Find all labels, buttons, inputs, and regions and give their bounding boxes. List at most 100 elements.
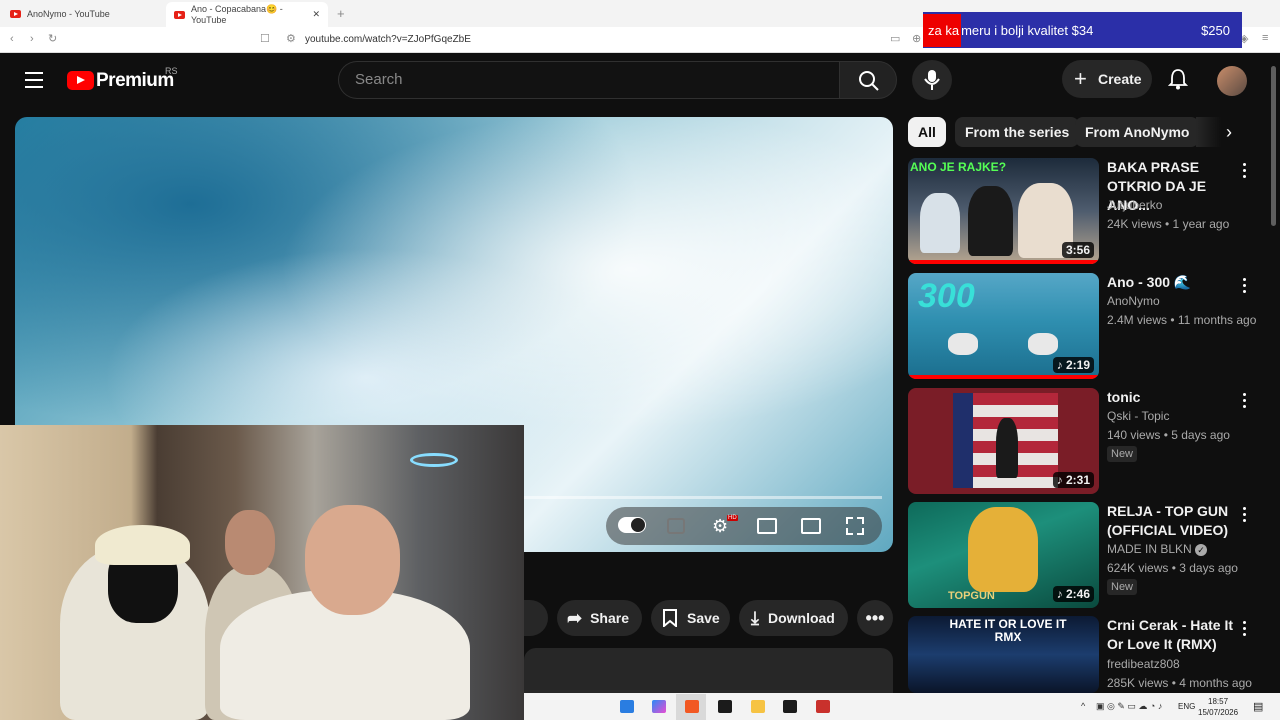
rec-thumbnail-3[interactable]: ♪ 2:31 xyxy=(908,388,1099,494)
hd-badge: HD xyxy=(727,515,738,521)
brave-browser-icon[interactable] xyxy=(685,700,699,713)
search-icon xyxy=(859,71,879,91)
microphone-icon xyxy=(924,70,940,90)
captions-icon[interactable] xyxy=(667,518,685,534)
capcut-icon-2[interactable] xyxy=(783,700,797,713)
new-tab-icon[interactable]: + xyxy=(337,6,345,21)
url-field[interactable]: youtube.com/watch?v=ZJoPfGqeZbE xyxy=(305,34,471,45)
rec-title-5[interactable]: Crni Cerak - Hate It Or Love It (RMX) xyxy=(1107,616,1237,654)
cast-icon[interactable]: ▭ xyxy=(890,32,900,45)
back-icon[interactable]: ‹ xyxy=(10,33,14,45)
flag-canton xyxy=(953,393,973,488)
create-button[interactable]: + Create xyxy=(1062,60,1152,98)
share-icon: ➦ xyxy=(567,607,583,628)
forward-icon[interactable]: › xyxy=(30,33,34,45)
voice-search-button[interactable] xyxy=(912,60,952,100)
duration-text: 2:46 xyxy=(1065,587,1090,601)
autoplay-toggle[interactable] xyxy=(618,517,646,533)
thumb-caption: ANO JE RAJKE? xyxy=(910,160,1007,174)
capcut-icon[interactable] xyxy=(718,700,732,713)
zoom-icon[interactable]: ⊕ xyxy=(912,32,921,45)
rec-channel-2[interactable]: AnoNymo xyxy=(1107,294,1160,308)
more-horizontal-icon: ••• xyxy=(865,607,885,628)
tab-copacabana[interactable]: Ano - Copacabana😊 - YouTube ✕ xyxy=(166,2,328,27)
taskbar-app-icon[interactable] xyxy=(620,700,634,713)
save-label: Save xyxy=(687,610,720,626)
rec-title-4[interactable]: RELJA - TOP GUN (OFFICIAL VIDEO) xyxy=(1107,502,1237,540)
notifications-icon[interactable]: ▤ xyxy=(1253,700,1263,713)
download-icon: ⤓ xyxy=(751,607,759,628)
channel-name: MADE IN BLKN xyxy=(1107,542,1192,556)
file-explorer-icon[interactable] xyxy=(751,700,765,713)
tray-chevron-icon[interactable]: ^ xyxy=(1081,701,1085,711)
fullscreen-icon[interactable] xyxy=(846,517,864,535)
create-label: Create xyxy=(1098,71,1142,87)
face-right xyxy=(305,505,400,615)
chip-from-series[interactable]: From the series xyxy=(955,117,1080,147)
chip-all[interactable]: All xyxy=(908,117,946,147)
system-clock[interactable]: 18:57 15/07/2026 xyxy=(1198,696,1238,718)
bookmark-icon[interactable]: ☐ xyxy=(260,32,270,45)
more-vert-icon[interactable] xyxy=(1243,621,1247,637)
download-label: Download xyxy=(767,610,835,626)
duration-text: 2:19 xyxy=(1065,358,1090,372)
ad-banner[interactable]: za ka meru i bolji kvalitet $34 $250 xyxy=(923,12,1242,48)
clock-date: 15/07/2026 xyxy=(1198,708,1239,717)
video-progress-bar[interactable] xyxy=(524,496,882,499)
reload-icon[interactable]: ↻ xyxy=(48,32,57,45)
copilot-icon[interactable] xyxy=(652,700,666,713)
thumb-person xyxy=(968,507,1038,592)
rec-thumbnail-5[interactable]: HATE IT OR LOVE IT RMX xyxy=(908,616,1099,693)
notifications-bell-icon[interactable] xyxy=(1168,68,1188,90)
bookmark-save-icon xyxy=(663,609,677,627)
rec-title-3[interactable]: tonic xyxy=(1107,388,1237,407)
cast-to-tv-icon[interactable] xyxy=(801,518,821,534)
jetski xyxy=(948,333,978,355)
video-duration: ♪ 2:19 xyxy=(1052,357,1094,373)
clock-time: 18:57 xyxy=(1208,697,1229,706)
thumb-person xyxy=(996,418,1018,478)
language-indicator[interactable]: ENG xyxy=(1178,702,1195,711)
share-button[interactable]: ➦ Share xyxy=(557,600,642,636)
youtube-logo-icon[interactable] xyxy=(67,71,94,90)
rec-channel-3[interactable]: Qski - Topic xyxy=(1107,409,1169,423)
rec-title-2[interactable]: Ano - 300 🌊 xyxy=(1107,273,1237,292)
webcam-overlay xyxy=(0,425,524,720)
search-button[interactable] xyxy=(839,61,897,99)
rec-channel-5[interactable]: fredibeatz808 xyxy=(1107,657,1180,671)
search-input[interactable]: Search xyxy=(338,61,840,99)
rec-meta-2: 2.4M views • 11 months ago xyxy=(1107,313,1257,327)
rec-channel-1[interactable]: Jutjuberko xyxy=(1107,198,1162,212)
page-scrollbar[interactable] xyxy=(1271,66,1276,226)
logo-text[interactable]: Premium xyxy=(96,70,174,92)
taskbar-app-icon-2[interactable] xyxy=(816,700,830,713)
rec-channel-4[interactable]: MADE IN BLKN ✓ xyxy=(1107,542,1208,556)
more-actions-button[interactable]: ••• xyxy=(857,600,893,636)
video-duration: ♪ 2:31 xyxy=(1052,472,1094,488)
more-vert-icon[interactable] xyxy=(1243,278,1247,294)
menu-icon[interactable]: ≡ xyxy=(1262,32,1268,44)
tab-label: AnoNymo - YouTube xyxy=(27,9,110,19)
chips-next-chevron-icon[interactable]: › xyxy=(1226,122,1232,143)
tab-anonymo[interactable]: AnoNymo - YouTube xyxy=(10,4,110,24)
theater-mode-icon[interactable] xyxy=(757,518,777,534)
ad-text: meru i bolji kvalitet $34 xyxy=(961,22,1094,38)
chip-from-anonymo[interactable]: From AnoNymo xyxy=(1075,117,1200,147)
tray-icons[interactable]: ▣ ◎ ✎ ▭ ☁ ◔ ♪ xyxy=(1096,701,1162,712)
watched-progress xyxy=(908,375,1099,379)
more-vert-icon[interactable] xyxy=(1243,393,1247,409)
rec-thumbnail-4[interactable]: TOPGUN ♪ 2:46 xyxy=(908,502,1099,608)
rec-thumbnail-1[interactable]: ANO JE RAJKE? 3:56 xyxy=(908,158,1099,264)
hamburger-menu-icon[interactable] xyxy=(25,72,43,88)
more-vert-icon[interactable] xyxy=(1243,507,1247,523)
save-button[interactable]: Save xyxy=(651,600,730,636)
description-box[interactable] xyxy=(524,648,893,693)
more-vert-icon[interactable] xyxy=(1243,163,1247,179)
account-avatar[interactable] xyxy=(1217,66,1247,96)
rec-thumbnail-2[interactable]: 300 ♪ 2:19 xyxy=(908,273,1099,379)
download-button[interactable]: ⤓ Download xyxy=(739,600,848,636)
rec-meta-4: 624K views • 3 days ago xyxy=(1107,561,1238,575)
tab-close-icon[interactable]: ✕ xyxy=(312,9,320,20)
site-settings-icon[interactable]: ⚙ xyxy=(286,32,296,45)
like-button-partial[interactable] xyxy=(524,600,548,636)
